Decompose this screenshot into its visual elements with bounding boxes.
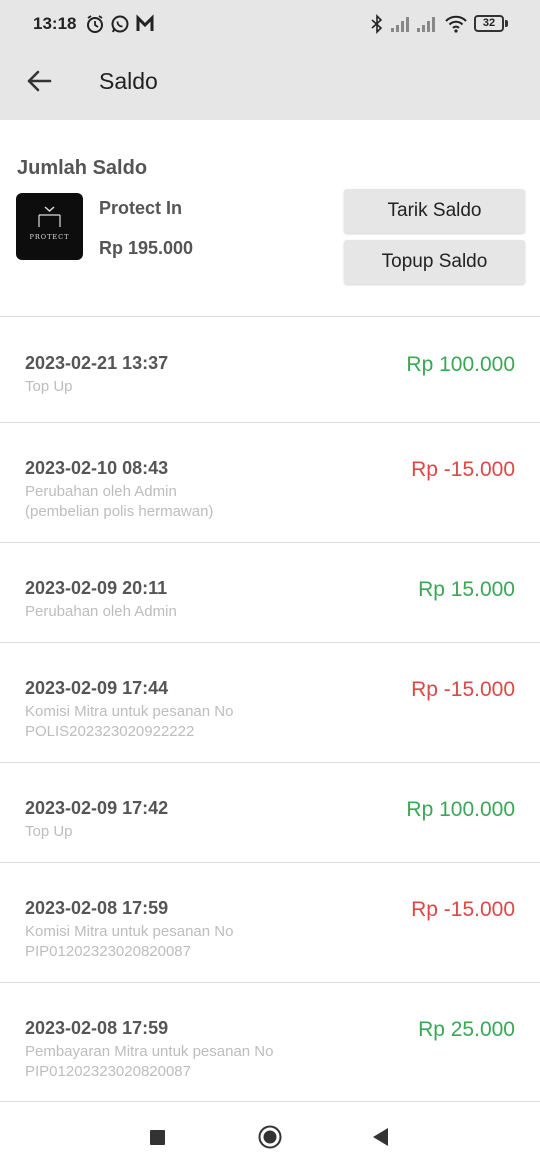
- transaction-description: Perubahan oleh Admin: [25, 603, 177, 620]
- transaction-date: 2023-02-10 08:43: [25, 458, 169, 478]
- transaction-row[interactable]: 2023-02-09 17:44 Komisi Mitra untuk pesa…: [0, 643, 540, 763]
- transaction-row[interactable]: 2023-02-08 17:59 Komisi Mitra untuk pesa…: [0, 863, 540, 983]
- battery-tip: [505, 20, 508, 27]
- balance-amount: Rp 195.000: [99, 238, 194, 258]
- transaction-amount: Rp -15.000: [411, 898, 515, 921]
- transaction-amount: Rp -15.000: [411, 458, 515, 481]
- transaction-amount: Rp 25.000: [418, 1018, 515, 1041]
- transaction-description: Top Up: [25, 823, 73, 840]
- transaction-date: 2023-02-09 20:11: [25, 578, 168, 598]
- transaction-description: Komisi Mitra untuk pesanan No POLIS202323…: [25, 703, 234, 740]
- app-bar: Saldo: [0, 48, 540, 120]
- status-bar: 13:18 32: [0, 0, 540, 48]
- balance-section: Jumlah Saldo PROTECT Protect In Rp 195.0…: [0, 120, 540, 317]
- transaction-date: 2023-02-21 13:37: [25, 353, 169, 373]
- logo-text: PROTECT: [29, 233, 70, 241]
- whatsapp-icon: [111, 15, 129, 33]
- withdraw-button[interactable]: Tarik Saldo: [344, 189, 525, 233]
- transaction-amount: Rp 100.000: [406, 798, 515, 821]
- shield-logo-icon: [38, 206, 61, 227]
- back-triangle-icon[interactable]: [371, 1127, 389, 1147]
- topup-button[interactable]: Topup Saldo: [344, 240, 525, 284]
- page-title: Saldo: [99, 68, 158, 94]
- m-app-icon: [136, 14, 154, 31]
- bluetooth-icon: [371, 14, 383, 34]
- transaction-description: Pembayaran Mitra untuk pesanan No PIP0120…: [25, 1043, 274, 1080]
- transaction-row[interactable]: 2023-02-09 20:11 Perubahan oleh Admin Rp…: [0, 543, 540, 643]
- transaction-list: 2023-02-21 13:37 Top Up Rp 100.000 2023-…: [0, 318, 540, 1102]
- wifi-icon: [445, 15, 467, 33]
- signal-icon: [417, 17, 435, 32]
- alarm-icon: [87, 15, 103, 33]
- transaction-description: Perubahan oleh Admin (pembelian polis her…: [25, 483, 214, 520]
- arrow-left-icon[interactable]: [22, 64, 56, 98]
- transaction-amount: Rp -15.000: [411, 678, 515, 701]
- transaction-amount: Rp 100.000: [406, 353, 515, 376]
- transaction-row[interactable]: 2023-02-10 08:43 Perubahan oleh Admin (pe…: [0, 423, 540, 543]
- transaction-row[interactable]: 2023-02-21 13:37 Top Up Rp 100.000: [0, 318, 540, 423]
- transaction-row[interactable]: 2023-02-09 17:42 Top Up Rp 100.000: [0, 763, 540, 863]
- transaction-date: 2023-02-08 17:59: [25, 898, 169, 918]
- transaction-amount: Rp 15.000: [418, 578, 515, 601]
- battery-icon: 32: [474, 15, 504, 32]
- transaction-row[interactable]: 2023-02-08 17:59 Pembayaran Mitra untuk …: [0, 983, 540, 1102]
- transaction-description: Komisi Mitra untuk pesanan No PIP01202323…: [25, 923, 234, 960]
- status-time: 13:18: [33, 14, 77, 33]
- balance-heading: Jumlah Saldo: [17, 157, 148, 179]
- transaction-date: 2023-02-09 17:44: [25, 678, 169, 698]
- recents-square-icon[interactable]: [150, 1130, 165, 1145]
- merchant-name: Protect In: [99, 198, 183, 218]
- home-circle-icon[interactable]: [258, 1125, 282, 1149]
- transaction-description: Top Up: [25, 378, 73, 395]
- transaction-date: 2023-02-08 17:59: [25, 1018, 169, 1038]
- merchant-logo: PROTECT: [16, 193, 83, 260]
- signal-icon: [391, 17, 409, 32]
- system-nav-bar: [0, 1102, 540, 1170]
- transaction-date: 2023-02-09 17:42: [25, 798, 169, 818]
